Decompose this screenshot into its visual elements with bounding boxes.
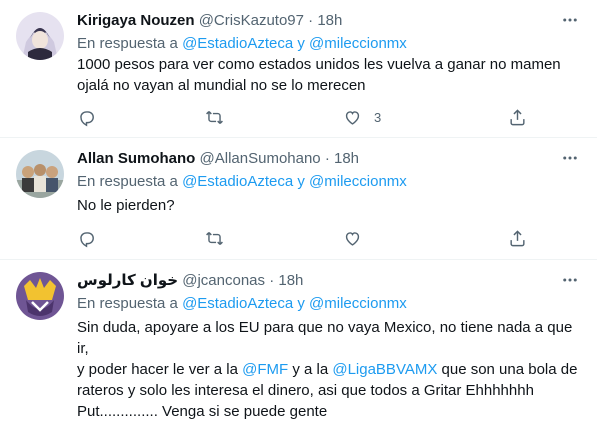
like-button[interactable]: [343, 223, 362, 253]
author-handle[interactable]: @CrisKazuto97: [199, 12, 304, 29]
author-name[interactable]: Allan Sumohano: [77, 150, 195, 167]
share-icon: [510, 229, 525, 246]
reply-button[interactable]: [77, 102, 96, 132]
mention-link[interactable]: @FMF: [242, 361, 288, 378]
reply-prefix: En respuesta a: [77, 35, 178, 52]
reply-prefix: En respuesta a: [77, 295, 178, 312]
like-button[interactable]: 3: [343, 102, 381, 132]
like-count: 3: [374, 109, 382, 125]
tweet-1[interactable]: Kirigaya Nouzen @CrisKazuto97 · 18h En r…: [0, 0, 597, 138]
author-name[interactable]: خوان كارلوس: [77, 272, 178, 289]
tweet-text: Sin duda, apoyare a los EU para que no v…: [77, 317, 582, 422]
timestamp[interactable]: 18h: [278, 272, 303, 289]
avatar[interactable]: [16, 272, 64, 320]
mention-link[interactable]: @LigaBBVAMX: [332, 361, 437, 378]
reply-and: y: [297, 173, 305, 190]
share-button[interactable]: [508, 102, 527, 132]
share-button[interactable]: [508, 223, 527, 253]
more-options-icon[interactable]: [559, 269, 581, 291]
reply-icon: [80, 110, 94, 126]
reply-prefix: En respuesta a: [77, 173, 178, 190]
more-options-icon[interactable]: [559, 147, 581, 169]
avatar[interactable]: [16, 12, 64, 60]
mention-link[interactable]: @mileccionmx: [309, 35, 407, 52]
author-handle[interactable]: @AllanSumohano: [200, 150, 321, 167]
tweet-actions: 3: [67, 102, 567, 132]
tweet-header: Allan Sumohano @AllanSumohano · 18h: [77, 149, 359, 169]
reply-button[interactable]: [77, 223, 96, 253]
separator-dot: ·: [324, 150, 330, 167]
retweet-icon: [206, 110, 223, 124]
reply-and: y: [297, 295, 305, 312]
separator-dot: ·: [308, 12, 314, 29]
tweet-actions: [67, 223, 567, 253]
author-handle[interactable]: @jcanconas: [182, 272, 265, 289]
tweet-2[interactable]: Allan Sumohano @AllanSumohano · 18h En r…: [0, 138, 597, 260]
share-icon: [510, 108, 525, 125]
avatar[interactable]: [16, 150, 64, 198]
author-name[interactable]: Kirigaya Nouzen: [77, 12, 195, 29]
mention-link[interactable]: @EstadioAzteca: [182, 173, 293, 190]
retweet-button[interactable]: [205, 223, 224, 253]
reply-context: En respuesta a @EstadioAzteca y @milecci…: [77, 34, 407, 54]
heart-icon: [345, 231, 360, 246]
tweet-header: Kirigaya Nouzen @CrisKazuto97 · 18h: [77, 11, 342, 31]
separator-dot: ·: [269, 272, 275, 289]
heart-icon: [345, 110, 360, 125]
retweet-icon: [206, 231, 223, 245]
tweet-3[interactable]: خوان كارلوس @jcanconas · 18h En respuest…: [0, 260, 597, 438]
reply-and: y: [297, 35, 305, 52]
tweet-text-part: y a la: [288, 361, 333, 378]
mention-link[interactable]: @EstadioAzteca: [182, 295, 293, 312]
more-options-icon[interactable]: [559, 9, 581, 31]
reply-context: En respuesta a @EstadioAzteca y @milecci…: [77, 294, 407, 314]
timestamp[interactable]: 18h: [317, 12, 342, 29]
mention-link[interactable]: @EstadioAzteca: [182, 35, 293, 52]
retweet-button[interactable]: [205, 102, 224, 132]
tweet-text: No le pierden?: [77, 197, 175, 214]
tweet-header: خوان كارلوس @jcanconas · 18h: [77, 271, 303, 291]
tweet-text: 1000 pesos para ver como estados unidos …: [77, 56, 561, 94]
reply-context: En respuesta a @EstadioAzteca y @milecci…: [77, 172, 407, 192]
mention-link[interactable]: @mileccionmx: [309, 173, 407, 190]
timestamp[interactable]: 18h: [334, 150, 359, 167]
reply-icon: [80, 231, 94, 247]
mention-link[interactable]: @mileccionmx: [309, 295, 407, 312]
